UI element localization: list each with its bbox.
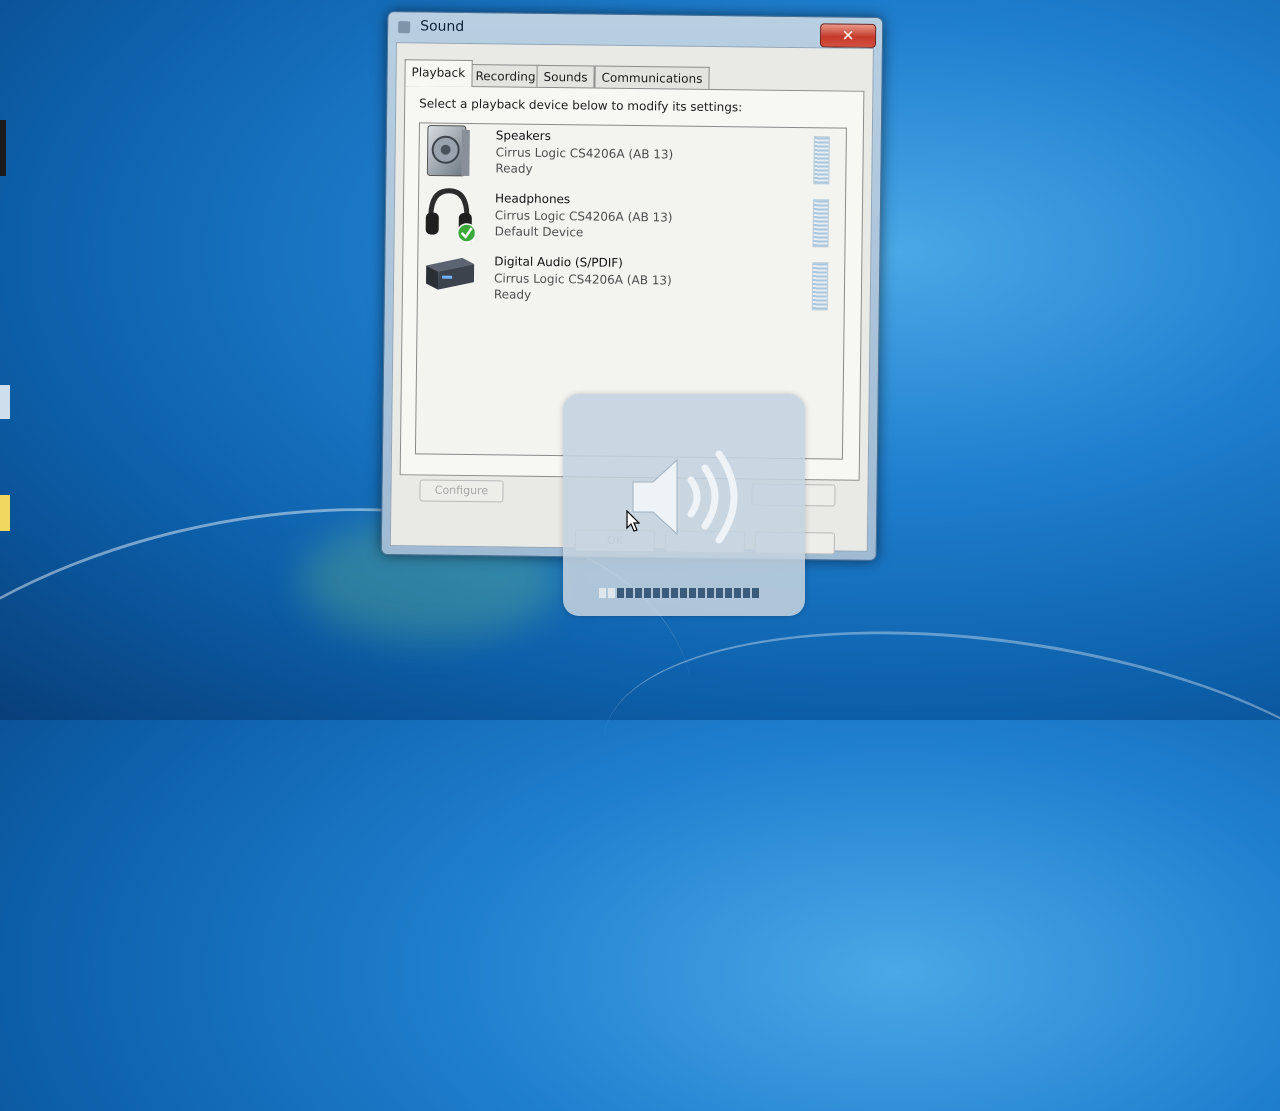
- volume-segment: [626, 588, 633, 598]
- volume-segment: [680, 588, 687, 598]
- volume-segment: [617, 588, 624, 598]
- window-title: Sound: [420, 18, 464, 35]
- volume-segment: [698, 588, 705, 598]
- volume-segment: [725, 588, 732, 598]
- device-item-headphones[interactable]: Headphones Cirrus Logic CS4206A (AB 13) …: [418, 186, 845, 253]
- mouse-cursor-icon: [626, 510, 640, 532]
- volume-segment: [743, 588, 750, 598]
- instruction-text: Select a playback device below to modify…: [419, 96, 742, 114]
- device-name: Headphones: [495, 191, 570, 206]
- sound-app-icon: [398, 21, 410, 33]
- configure-button[interactable]: Configure: [419, 479, 503, 502]
- device-status: Default Device: [495, 224, 584, 239]
- headphones-icon: [423, 186, 476, 243]
- volume-segment: [599, 588, 606, 598]
- level-meter: [812, 262, 829, 310]
- volume-segment: [644, 588, 651, 598]
- tab-playback[interactable]: Playback: [404, 59, 472, 87]
- volume-segment: [689, 588, 696, 598]
- level-meter: [813, 136, 830, 184]
- device-name: Digital Audio (S/PDIF): [494, 254, 623, 270]
- device-status: Ready: [494, 287, 531, 301]
- desktop-swirl: [583, 586, 1280, 997]
- check-icon: [458, 224, 476, 242]
- desktop-icon[interactable]: [0, 495, 24, 531]
- volume-segment: [608, 588, 615, 598]
- volume-segment: [716, 588, 723, 598]
- volume-segment: [635, 588, 642, 598]
- volume-segment: [671, 588, 678, 598]
- tab-communications[interactable]: Communications: [594, 66, 709, 89]
- volume-osd: [563, 394, 805, 616]
- volume-segment: [752, 588, 759, 598]
- volume-segment: [707, 588, 714, 598]
- volume-segment: [653, 588, 660, 598]
- device-item-digital-audio[interactable]: Digital Audio (S/PDIF) Cirrus Logic CS42…: [418, 249, 845, 316]
- speaker-icon: [423, 123, 476, 180]
- volume-segment: [662, 588, 669, 598]
- device-driver: Cirrus Logic CS4206A (AB 13): [496, 145, 674, 161]
- speaker-volume-icon: [627, 442, 747, 552]
- device-item-speakers[interactable]: Speakers Cirrus Logic CS4206A (AB 13) Re…: [419, 123, 846, 190]
- device-status: Ready: [495, 161, 532, 175]
- close-button[interactable]: ✕: [820, 23, 876, 48]
- desktop-icon[interactable]: [0, 120, 24, 176]
- volume-segment: [734, 588, 741, 598]
- device-driver: Cirrus Logic CS4206A (AB 13): [495, 208, 673, 224]
- device-driver: Cirrus Logic CS4206A (AB 13): [494, 271, 672, 287]
- tab-recording[interactable]: Recording: [468, 64, 542, 87]
- tab-sounds[interactable]: Sounds: [536, 65, 594, 88]
- digital-audio-icon: [422, 249, 475, 306]
- volume-level-bar: [599, 588, 761, 598]
- level-meter: [812, 199, 829, 247]
- desktop-icon[interactable]: [0, 385, 24, 419]
- device-name: Speakers: [496, 128, 551, 143]
